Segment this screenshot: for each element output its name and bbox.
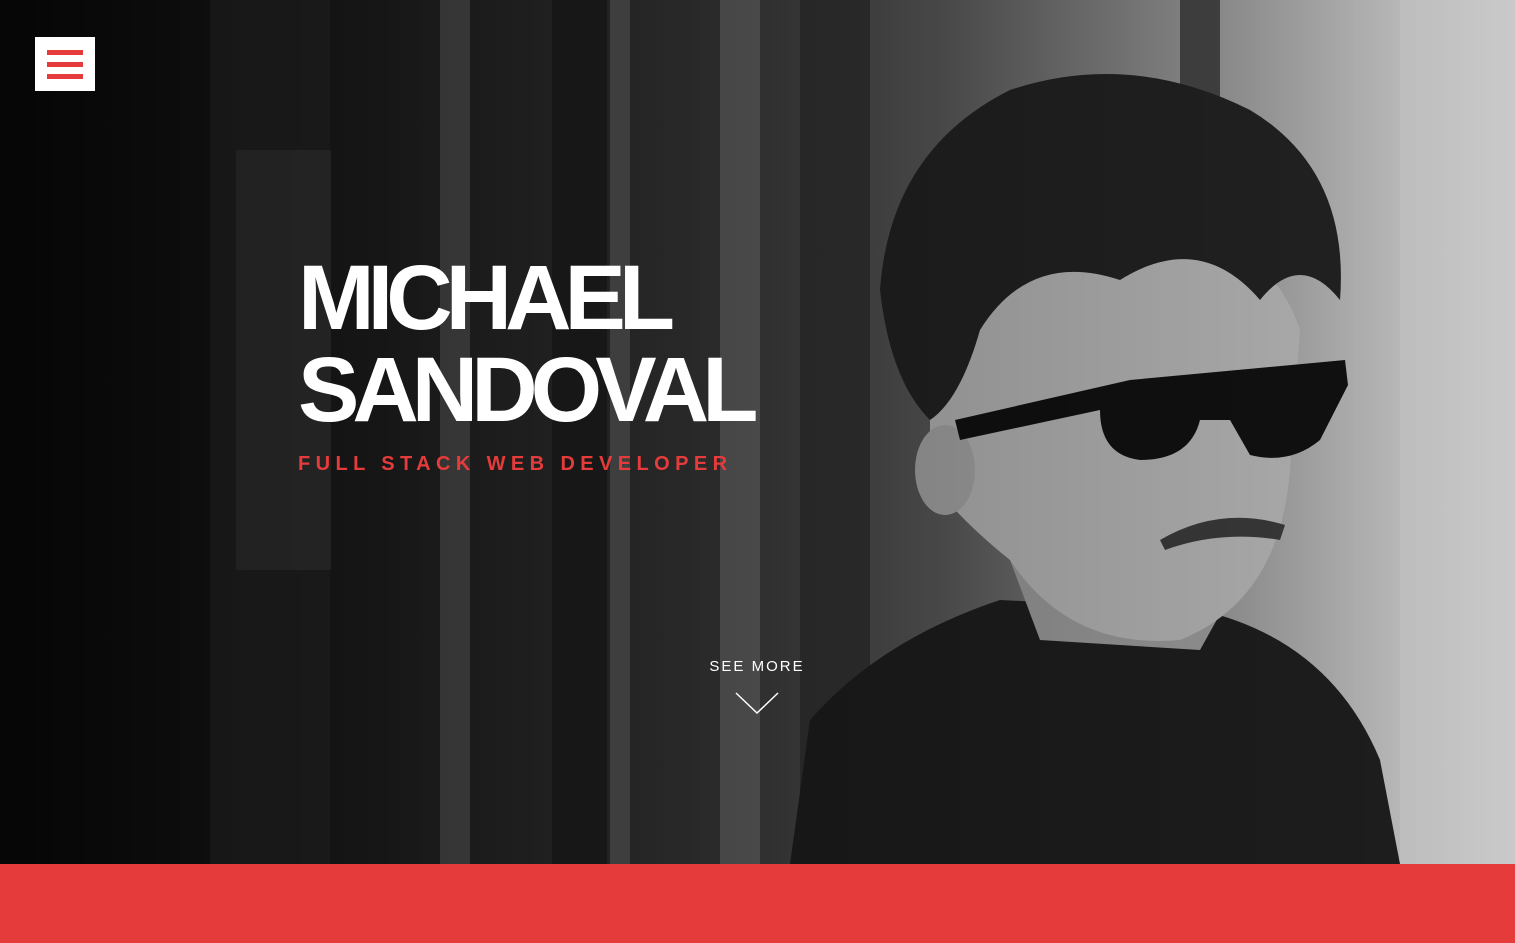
hamburger-menu-icon-bar [47,61,83,67]
accent-band [0,864,1515,943]
hamburger-menu-icon-bar [47,73,83,79]
see-more-label: SEE MORE [709,658,805,675]
hamburger-menu-icon [47,49,83,55]
hero-section: MICHAEL SANDOVAL FULL STACK WEB DEVELOPE… [0,0,1515,864]
hero-name-heading: MICHAEL SANDOVAL [298,247,758,441]
hero-tagline: FULL STACK WEB DEVELOPER [298,453,733,475]
hero-name-line1: MICHAEL [298,247,675,349]
hero-background-photo [0,0,1515,864]
hero-name-line2: SANDOVAL [298,339,758,441]
chevron-down-icon[interactable] [735,691,779,715]
page: MICHAEL SANDOVAL FULL STACK WEB DEVELOPE… [0,0,1515,943]
see-more-link[interactable]: SEE MORE [696,658,818,715]
menu-button[interactable] [35,37,95,91]
